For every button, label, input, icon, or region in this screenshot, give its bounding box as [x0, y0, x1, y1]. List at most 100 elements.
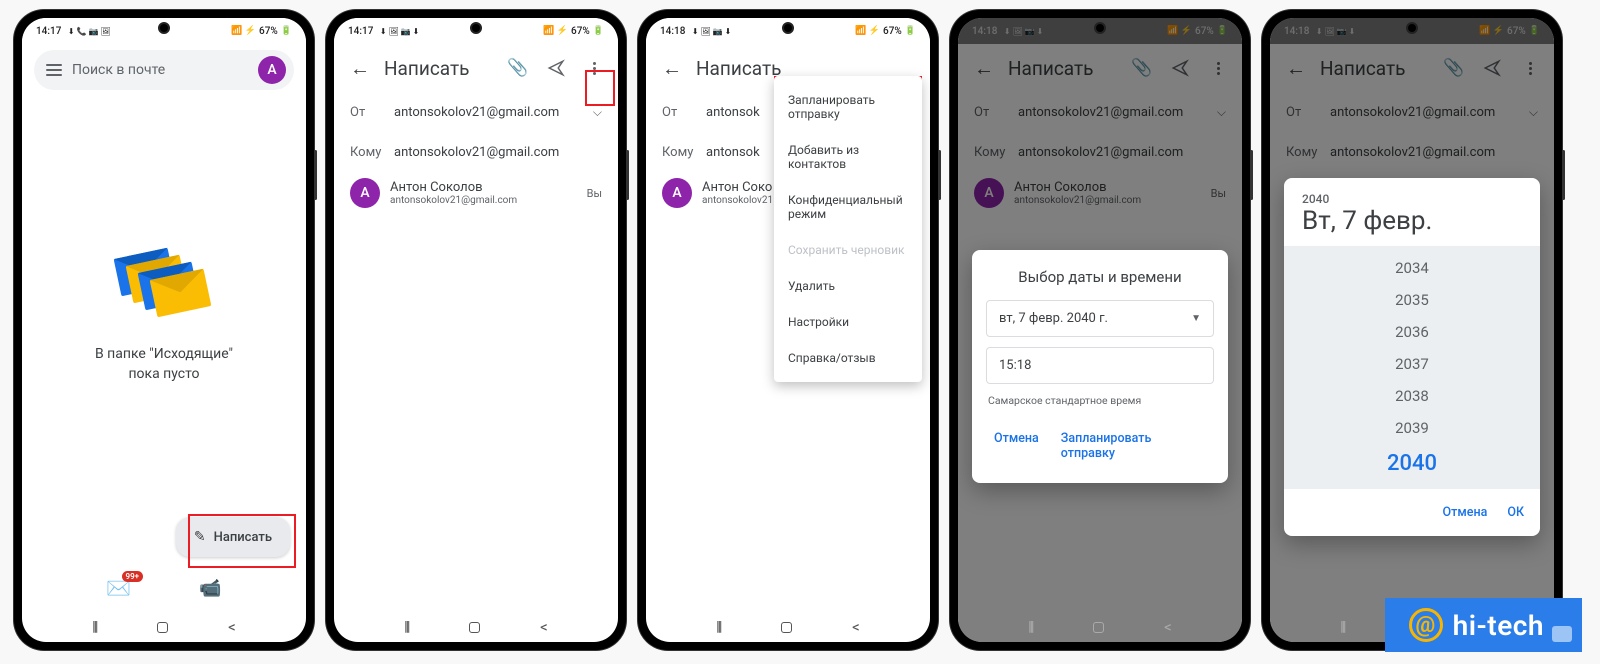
year-option[interactable]: 2037: [1284, 348, 1540, 380]
camera-notch: [470, 22, 482, 34]
contact-you-label: Вы: [587, 187, 602, 200]
chevron-down-icon[interactable]: ⌵: [593, 105, 602, 120]
contact-email-partial: antonsokolov21@: [702, 195, 772, 206]
camera-notch: [782, 22, 794, 34]
from-label: От: [350, 105, 394, 120]
nav-back-icon[interactable]: <: [1164, 618, 1172, 636]
nav-back-icon[interactable]: <: [228, 618, 236, 636]
year-option-selected[interactable]: 2040: [1284, 444, 1540, 483]
datetime-modal: Выбор даты и времени вт, 7 февр. 2040 г.…: [972, 250, 1228, 483]
nav-recent-icon[interactable]: |||: [716, 619, 720, 635]
to-label: Кому: [662, 145, 706, 160]
contact-avatar: А: [350, 178, 380, 208]
back-icon[interactable]: ←: [342, 56, 378, 81]
meet-tab[interactable]: 📹: [199, 578, 221, 599]
nav-recent-icon[interactable]: |||: [404, 619, 408, 635]
overflow-menu: Запланировать отправку Добавить из конта…: [774, 76, 922, 382]
date-display[interactable]: Вт, 7 февр.: [1302, 206, 1522, 236]
phone-4: 14:18 ⬇ 🖼 📷 ⬇ 📶 ⚡67%🔋 ← Написать 📎 От an…: [950, 10, 1250, 650]
from-field[interactable]: От antonsokolov21@gmail.com ⌵: [334, 92, 618, 132]
to-value-partial: antonsok: [706, 145, 776, 160]
year-superscript[interactable]: 2040: [1302, 192, 1522, 206]
unread-badge: 99+: [122, 571, 144, 582]
send-icon[interactable]: [540, 52, 572, 84]
cancel-button[interactable]: Отмена: [1437, 497, 1494, 528]
menu-schedule[interactable]: Запланировать отправку: [774, 82, 922, 132]
contact-email: antonsokolov21@gmail.com: [390, 195, 577, 206]
status-battery: 67%: [259, 26, 278, 37]
timezone-note: Самарское стандартное время: [988, 394, 1212, 407]
search-placeholder: Поиск в почте: [72, 62, 248, 78]
nav-back-icon[interactable]: <: [852, 618, 860, 636]
nav-home-icon[interactable]: [1093, 622, 1104, 633]
compose-label: Написать: [214, 530, 272, 545]
nav-back-icon[interactable]: <: [540, 618, 548, 636]
contact-avatar: А: [662, 178, 692, 208]
menu-settings[interactable]: Настройки: [774, 304, 922, 340]
nav-bar: ||| <: [22, 612, 306, 642]
nav-recent-icon[interactable]: |||: [1028, 619, 1032, 635]
status-time: 14:17: [348, 26, 373, 37]
to-field[interactable]: Кому antonsokolov21@gmail.com: [334, 132, 618, 172]
nav-home-icon[interactable]: [469, 622, 480, 633]
from-value-partial: antonsok: [706, 105, 776, 120]
envelopes-illustration: [109, 235, 219, 325]
date-field[interactable]: вт, 7 февр. 2040 г. ▼: [986, 300, 1214, 337]
to-value: antonsokolov21@gmail.com: [394, 145, 602, 160]
status-battery: 67%: [571, 26, 590, 37]
contact-suggestion[interactable]: А Антон Соколов antonsokolov21@gmail.com…: [334, 172, 618, 214]
compose-button[interactable]: ✎ Написать: [176, 517, 290, 557]
empty-line-2: пока пусто: [95, 365, 233, 385]
from-value: antonsokolov21@gmail.com: [394, 105, 593, 120]
nav-recent-icon[interactable]: |||: [1340, 619, 1344, 635]
status-time: 14:18: [660, 26, 685, 37]
date-value: вт, 7 февр. 2040 г.: [999, 311, 1108, 326]
status-battery: 67%: [883, 26, 902, 37]
year-list[interactable]: 2034 2035 2036 2037 2038 2039 2040: [1284, 246, 1540, 489]
account-avatar[interactable]: А: [258, 56, 286, 84]
bottom-tabs: ✉️99+ 📹: [22, 564, 306, 612]
menu-icon[interactable]: [46, 64, 62, 76]
contact-name-partial: Антон Сокол: [702, 180, 772, 195]
mail-tab[interactable]: ✉️99+: [106, 576, 131, 600]
page-title: Написать: [384, 57, 496, 80]
phone-2: 14:17 ⬇ 🖼 📷 ⬇ 📶 ⚡67%🔋 ← Написать 📎 От an…: [326, 10, 626, 650]
more-icon[interactable]: [578, 52, 610, 84]
year-option[interactable]: 2036: [1284, 316, 1540, 348]
year-option[interactable]: 2035: [1284, 284, 1540, 316]
year-option[interactable]: 2034: [1284, 252, 1540, 284]
empty-line-1: В папке "Исходящие": [95, 345, 233, 365]
time-value: 15:18: [999, 358, 1031, 373]
phone-1: 14:17 ⬇ 📞 📷 🖼 📶 ⚡67%🔋 Поиск в почте А В …: [14, 10, 314, 650]
contact-name: Антон Соколов: [390, 180, 577, 195]
nav-bar: ||| <: [334, 612, 618, 642]
from-label: От: [662, 105, 706, 120]
nav-bar: ||| <: [958, 612, 1242, 642]
menu-save-draft: Сохранить черновик: [774, 232, 922, 268]
cancel-button[interactable]: Отмена: [988, 423, 1045, 469]
phone-3: 14:18 ⬇ 🖼 📷 ⬇ 📶 ⚡67%🔋 ← Написать От anto…: [638, 10, 938, 650]
year-option[interactable]: 2038: [1284, 380, 1540, 412]
camera-notch: [1094, 22, 1106, 34]
year-picker-modal: 2040 Вт, 7 февр. 2034 2035 2036 2037 203…: [1284, 178, 1540, 536]
time-field[interactable]: 15:18: [986, 347, 1214, 384]
menu-confidential[interactable]: Конфиденциальный режим: [774, 182, 922, 232]
camera-notch: [158, 22, 170, 34]
watermark: @ hi-tech: [1385, 598, 1582, 652]
nav-home-icon[interactable]: [781, 622, 792, 633]
attach-icon[interactable]: 📎: [502, 52, 534, 84]
ok-button[interactable]: ОК: [1501, 497, 1530, 528]
schedule-button[interactable]: Запланировать отправку: [1055, 423, 1212, 469]
empty-state: В папке "Исходящие" пока пусто: [22, 96, 306, 564]
year-option[interactable]: 2039: [1284, 412, 1540, 444]
back-icon[interactable]: ←: [654, 56, 690, 81]
menu-delete[interactable]: Удалить: [774, 268, 922, 304]
menu-help[interactable]: Справка/отзыв: [774, 340, 922, 376]
menu-contacts[interactable]: Добавить из контактов: [774, 132, 922, 182]
status-time: 14:17: [36, 26, 61, 37]
nav-home-icon[interactable]: [157, 622, 168, 633]
nav-recent-icon[interactable]: |||: [92, 619, 96, 635]
watermark-text: hi-tech: [1453, 609, 1544, 642]
camera-notch: [1406, 22, 1418, 34]
search-bar[interactable]: Поиск в почте А: [34, 50, 294, 90]
